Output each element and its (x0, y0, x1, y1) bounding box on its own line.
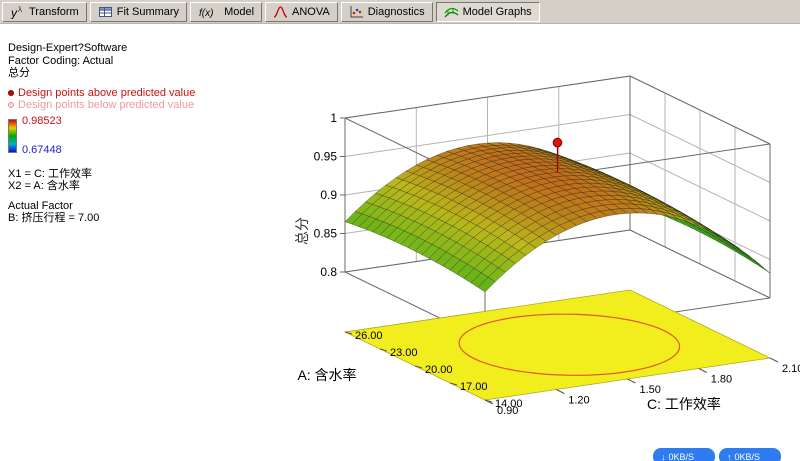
svg-text:0.85: 0.85 (314, 227, 338, 241)
fit-summary-button-label: Fit Summary (116, 5, 180, 18)
svg-text:23.00: 23.00 (390, 347, 418, 359)
bell-curve-icon (273, 5, 288, 19)
legend-points-above-label: Design points above predicted value (18, 86, 196, 99)
floor-contour-plane: 26.0023.0020.0017.0014.000.901.201.501.8… (297, 289, 800, 417)
svg-text:λ: λ (18, 5, 22, 14)
svg-text:1: 1 (330, 111, 337, 125)
transform-button[interactable]: yλ Transform (2, 1, 87, 22)
y-lambda-icon: yλ (10, 5, 25, 20)
design-point-above-icon (8, 89, 14, 96)
summary-table-icon (98, 5, 113, 19)
diagnostics-button[interactable]: Diagnostics (340, 1, 433, 22)
legend-points-below-label: Design points below predicted value (18, 99, 195, 111)
actual-factor-value: B: 挤压行程 = 7.00 (8, 212, 100, 224)
surface-graph-icon (444, 5, 459, 19)
response-name: 总分 (8, 67, 30, 79)
model-graphs-button-label: Model Graphs (462, 5, 532, 18)
svg-text:1.80: 1.80 (711, 374, 732, 386)
diagnostics-button-label: Diagnostics (367, 5, 425, 18)
svg-text:0.8: 0.8 (320, 265, 337, 279)
app-title: Design-Expert?Software (8, 42, 128, 54)
svg-text:20.00: 20.00 (425, 364, 453, 376)
upload-arrow-icon: ↑ (727, 451, 732, 461)
scale-max-value: 0.98523 (22, 114, 62, 127)
legend-points-below: Design points below predicted value (8, 99, 195, 112)
color-scale-bar (8, 118, 17, 153)
legend-points-above: Design points above predicted value (8, 87, 195, 100)
factor-coding-label: Factor Coding: Actual (8, 54, 114, 67)
network-upload-pill[interactable]: ↑ 0KB/S (719, 448, 781, 461)
actual-factor-label: Actual Factor (8, 199, 73, 212)
diagnostics-plot-icon (349, 5, 364, 19)
z-axis: 1 0.95 0.9 0.85 0.8 总分 (294, 111, 345, 279)
scale-min-value: 0.67448 (22, 143, 62, 156)
svg-text:1.20: 1.20 (568, 395, 589, 407)
svg-text:A: 含水率: A: 含水率 (297, 367, 356, 383)
anova-button-label: ANOVA (292, 5, 330, 18)
download-arrow-icon: ↓ (661, 451, 666, 461)
transform-button-label: Transform (29, 5, 79, 18)
download-speed: 0KB/S (668, 451, 695, 461)
svg-text:y: y (10, 6, 18, 19)
svg-text:C: 工作效率: C: 工作效率 (647, 396, 721, 412)
svg-text:1.50: 1.50 (640, 384, 661, 396)
x1-assignment: X1 = C: 工作效率 (8, 167, 93, 180)
model-button[interactable]: f(x) Model (190, 1, 263, 22)
fit-summary-button[interactable]: Fit Summary (89, 1, 188, 22)
svg-text:f(x): f(x) (199, 8, 213, 19)
svg-text:26.00: 26.00 (355, 330, 383, 342)
fx-icon: f(x) (198, 5, 220, 19)
legend-panel: Design-Expert?Software Factor Coding: Ac… (8, 42, 195, 225)
design-point-below-icon (8, 102, 14, 108)
x2-assignment: X2 = A: 含水率 (8, 180, 80, 192)
svg-text:0.90: 0.90 (497, 405, 518, 417)
svg-text:17.00: 17.00 (460, 381, 488, 393)
svg-text:2.10: 2.10 (782, 363, 800, 375)
color-scale-legend: 0.98523 0.67448 (8, 115, 195, 159)
svg-text:0.9: 0.9 (320, 188, 337, 202)
svg-text:总分: 总分 (294, 217, 310, 245)
model-graphs-button[interactable]: Model Graphs (435, 1, 540, 22)
anova-button[interactable]: ANOVA (265, 1, 338, 22)
toolbar: yλ Transform Fit Summary f(x) Model ANOV… (0, 0, 800, 24)
upload-speed: 0KB/S (734, 451, 761, 461)
model-button-label: Model (224, 5, 255, 18)
svg-text:0.95: 0.95 (314, 150, 338, 164)
network-download-pill[interactable]: ↓ 0KB/S (653, 448, 715, 461)
